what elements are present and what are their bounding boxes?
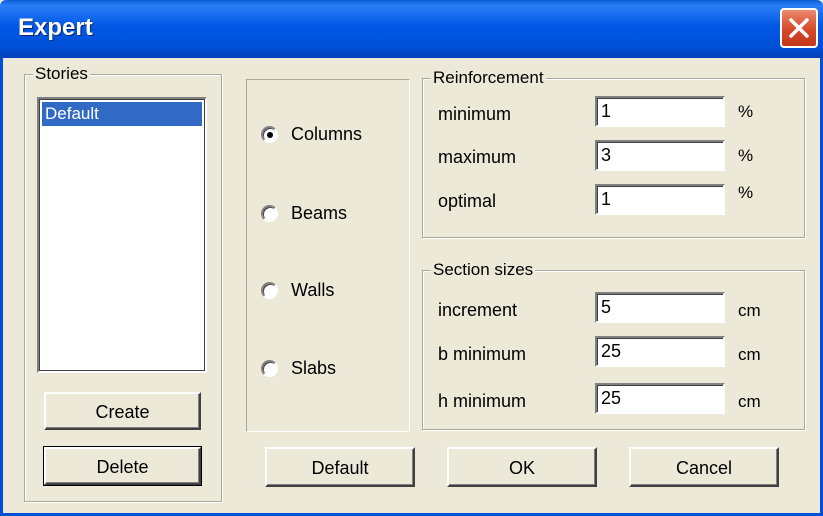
create-button[interactable]: Create <box>44 392 201 430</box>
list-item[interactable]: Default <box>42 102 202 126</box>
radio-selected-dot <box>267 132 273 138</box>
percent-unit: % <box>738 146 754 165</box>
radio-label[interactable]: Walls <box>291 280 334 301</box>
percent-unit: % <box>738 183 754 202</box>
reinforcement-optimal-input[interactable]: 1 <box>595 184 725 215</box>
reinforcement-maximum-input[interactable]: 3 <box>595 140 725 171</box>
minimum-label: minimum <box>438 104 512 124</box>
stories-list[interactable]: Default <box>37 97 207 373</box>
b-minimum-label: b minimum <box>438 344 527 364</box>
section-h-minimum-input[interactable]: 25 <box>595 383 725 414</box>
section-sizes-group-label: Section sizes <box>431 260 536 280</box>
increment-label: increment <box>438 300 518 320</box>
cm-unit: cm <box>738 392 761 411</box>
radio-label[interactable]: Columns <box>291 124 362 145</box>
window-title: Expert <box>18 14 93 41</box>
cm-unit: cm <box>738 345 761 364</box>
radio-label[interactable]: Slabs <box>291 358 336 379</box>
default-button[interactable]: Default <box>265 447 415 487</box>
optimal-label: optimal <box>438 191 497 211</box>
reinforcement-minimum-input[interactable]: 1 <box>595 96 725 127</box>
section-b-minimum-input[interactable]: 25 <box>595 336 725 367</box>
h-minimum-label: h minimum <box>438 391 527 411</box>
radio-button[interactable] <box>261 126 278 143</box>
stories-group-label: Stories <box>33 64 90 84</box>
section-increment-input[interactable]: 5 <box>595 292 725 323</box>
ok-button[interactable]: OK <box>447 447 597 487</box>
close-icon <box>789 18 809 38</box>
radio-button[interactable] <box>261 360 278 377</box>
maximum-label: maximum <box>438 147 517 167</box>
close-button[interactable] <box>780 8 818 48</box>
reinforcement-group-label: Reinforcement <box>431 68 546 88</box>
cancel-button[interactable]: Cancel <box>629 447 779 487</box>
radio-button[interactable] <box>261 282 278 299</box>
radio-label[interactable]: Beams <box>291 203 347 224</box>
title-bar[interactable]: Expert <box>0 0 823 58</box>
cm-unit: cm <box>738 301 761 320</box>
percent-unit: % <box>738 102 754 121</box>
radio-button[interactable] <box>261 205 278 222</box>
delete-button[interactable]: Delete <box>43 446 202 486</box>
expert-dialog: Expert Stories Default Create Delete Col… <box>0 0 823 516</box>
